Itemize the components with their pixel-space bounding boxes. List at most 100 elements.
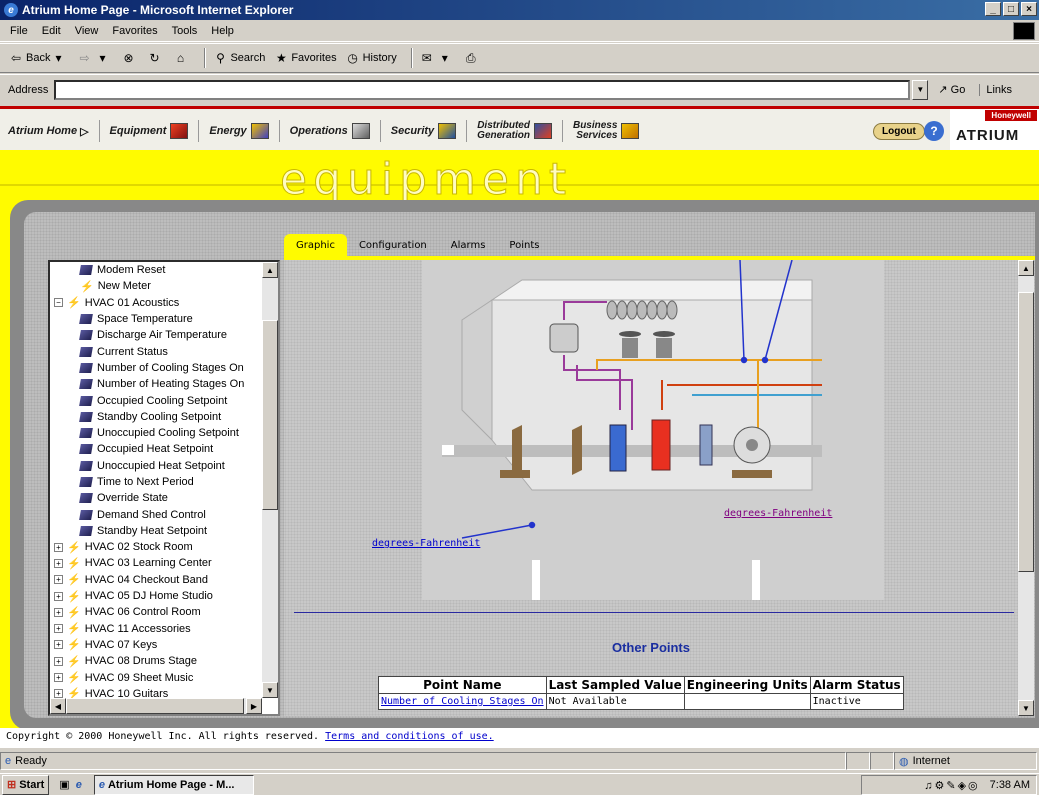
tree-item[interactable]: Occupied Heat Setpoint [50, 441, 262, 457]
tree-item[interactable]: Occupied Cooling Setpoint [50, 392, 262, 408]
ie-page-icon: e [5, 755, 12, 767]
tray-icons[interactable]: ♫⚙✎◈◎ [924, 779, 979, 792]
scroll-down-icon[interactable]: ▼ [262, 682, 278, 698]
menu-view[interactable]: View [75, 25, 99, 37]
tree-item[interactable]: ⚡ New Meter [50, 278, 262, 294]
space-temp-link[interactable]: degrees-Fahrenheit [372, 538, 480, 549]
expand-icon[interactable]: + [54, 558, 63, 568]
tree-item[interactable]: Number of Heating Stages On [50, 376, 262, 392]
home-button[interactable]: ⌂ [172, 50, 190, 66]
expand-icon[interactable]: + [54, 689, 63, 699]
tree-scroll-thumb[interactable] [262, 320, 278, 510]
scroll-left-icon[interactable]: ◀ [50, 698, 66, 714]
tree-vertical-scrollbar[interactable]: ▲ ▼ [262, 262, 278, 698]
tree-item[interactable]: + ⚡ HVAC 07 Keys [50, 637, 262, 653]
scroll-up-icon[interactable]: ▲ [262, 262, 278, 278]
refresh-button[interactable]: ↻ [146, 50, 164, 66]
nav-equipment[interactable]: Equipment [98, 120, 199, 142]
address-input[interactable] [54, 79, 911, 100]
tree-item[interactable]: Discharge Air Temperature [50, 327, 262, 343]
mail-button[interactable]: ✉ ▾ [419, 50, 455, 66]
tree-item[interactable]: + ⚡ HVAC 03 Learning Center [50, 555, 262, 571]
tree-item[interactable]: Override State [50, 490, 262, 506]
nav-atrium-home[interactable]: Atrium Home ▷ [6, 120, 99, 142]
windows-logo-icon [1013, 22, 1035, 40]
data-point-icon [79, 265, 93, 276]
tree-hscroll-thumb[interactable] [66, 698, 244, 714]
tree-item[interactable]: Number of Cooling Stages On [50, 360, 262, 376]
links-button[interactable]: Links [979, 83, 1012, 96]
expand-icon[interactable]: + [54, 673, 63, 683]
windows-taskbar: ⊞ Start ▣ e e Atrium Home Page - M... ♫⚙… [0, 773, 1039, 795]
tree-item[interactable]: + ⚡ HVAC 08 Drums Stage [50, 653, 262, 669]
scroll-down-icon[interactable]: ▼ [1018, 700, 1034, 716]
start-button[interactable]: ⊞ Start [2, 774, 50, 795]
nav-security[interactable]: Security [379, 120, 466, 142]
menu-help[interactable]: Help [211, 25, 234, 37]
nav-operations[interactable]: Operations [278, 120, 380, 142]
dropdown-icon[interactable]: ▾ [437, 50, 453, 66]
nav-business-services[interactable]: Business Services [561, 120, 649, 142]
dropdown-icon[interactable]: ▾ [94, 50, 110, 66]
tree-item[interactable]: Standby Cooling Setpoint [50, 409, 262, 425]
expand-icon[interactable]: + [54, 542, 63, 552]
expand-icon[interactable]: + [54, 656, 63, 666]
graphic-vertical-scrollbar[interactable]: ▲ ▼ [1018, 260, 1034, 716]
stop-button[interactable]: ⊗ [120, 50, 138, 66]
tree-horizontal-scrollbar[interactable]: ◀ ▶ [50, 698, 262, 714]
tree-item[interactable]: + ⚡ HVAC 02 Stock Room [50, 539, 262, 555]
logout-button[interactable]: Logout [873, 123, 925, 140]
search-label: Search [230, 52, 266, 64]
forward-button[interactable]: ⇨ ▾ [76, 50, 112, 66]
address-dropdown-icon[interactable]: ▼ [912, 79, 929, 100]
tree-item[interactable]: Time to Next Period [50, 474, 262, 490]
tree-item[interactable]: Modem Reset [50, 262, 262, 278]
taskbar-ie-window[interactable]: e Atrium Home Page - M... [93, 774, 254, 795]
collapse-icon[interactable]: − [54, 298, 63, 308]
tree-item[interactable]: Demand Shed Control [50, 506, 262, 522]
tree-item[interactable]: + ⚡ HVAC 05 DJ Home Studio [50, 588, 262, 604]
history-button[interactable]: ◷ History [345, 50, 396, 66]
nav-distributed-generation[interactable]: Distributed Generation [466, 120, 562, 142]
minimize-button[interactable]: _ [985, 2, 1001, 16]
menu-favorites[interactable]: Favorites [112, 25, 157, 37]
help-icon[interactable]: ? [924, 121, 944, 141]
discharge-air-temp-link[interactable]: degrees-Fahrenheit [724, 508, 832, 519]
expand-icon[interactable]: + [54, 640, 63, 650]
show-desktop-icon[interactable]: ▣ [59, 778, 69, 791]
tree-item[interactable]: + ⚡ HVAC 09 Sheet Music [50, 669, 262, 685]
scroll-up-icon[interactable]: ▲ [1018, 260, 1034, 276]
expand-icon[interactable]: + [54, 591, 63, 601]
tree-item[interactable]: + ⚡ HVAC 04 Checkout Band [50, 572, 262, 588]
tree-item[interactable]: + ⚡ HVAC 06 Control Room [50, 604, 262, 620]
favorites-button[interactable]: ★ Favorites [273, 50, 337, 66]
maximize-button[interactable]: □ [1003, 2, 1019, 16]
close-button[interactable]: × [1021, 2, 1037, 16]
expand-icon[interactable]: + [54, 575, 63, 585]
tree-item[interactable]: Unoccupied Cooling Setpoint [50, 425, 262, 441]
tree-item[interactable]: Space Temperature [50, 311, 262, 327]
expand-icon[interactable]: + [54, 607, 63, 617]
scroll-right-icon[interactable]: ▶ [246, 698, 262, 714]
terms-link[interactable]: Terms and conditions of use. [325, 731, 494, 742]
data-point-icon [79, 525, 93, 536]
print-button[interactable]: ⎙ [463, 50, 481, 66]
menu-edit[interactable]: Edit [42, 25, 61, 37]
tree-item[interactable]: − ⚡ HVAC 01 Acoustics [50, 295, 262, 311]
tree-item[interactable]: Standby Heat Setpoint [50, 523, 262, 539]
go-button[interactable]: ↗ Go [938, 83, 965, 96]
nav-energy[interactable]: Energy [198, 120, 278, 142]
menu-tools[interactable]: Tools [172, 25, 198, 37]
tree-item[interactable]: Current Status [50, 343, 262, 359]
search-button[interactable]: ⚲ Search [212, 50, 265, 66]
tree-item-label: Time to Next Period [97, 476, 194, 488]
tree-item[interactable]: + ⚡ HVAC 11 Accessories [50, 621, 262, 637]
menu-file[interactable]: File [10, 25, 28, 37]
graphic-scroll-thumb[interactable] [1018, 292, 1034, 572]
tree-item[interactable]: Unoccupied Heat Setpoint [50, 458, 262, 474]
dropdown-icon[interactable]: ▾ [50, 50, 66, 66]
back-button[interactable]: ⇦ Back ▾ [8, 50, 68, 66]
expand-icon[interactable]: + [54, 624, 63, 634]
point-name-link[interactable]: Number of Cooling Stages On [381, 696, 544, 707]
ie-quicklaunch-icon[interactable]: e [76, 779, 82, 791]
